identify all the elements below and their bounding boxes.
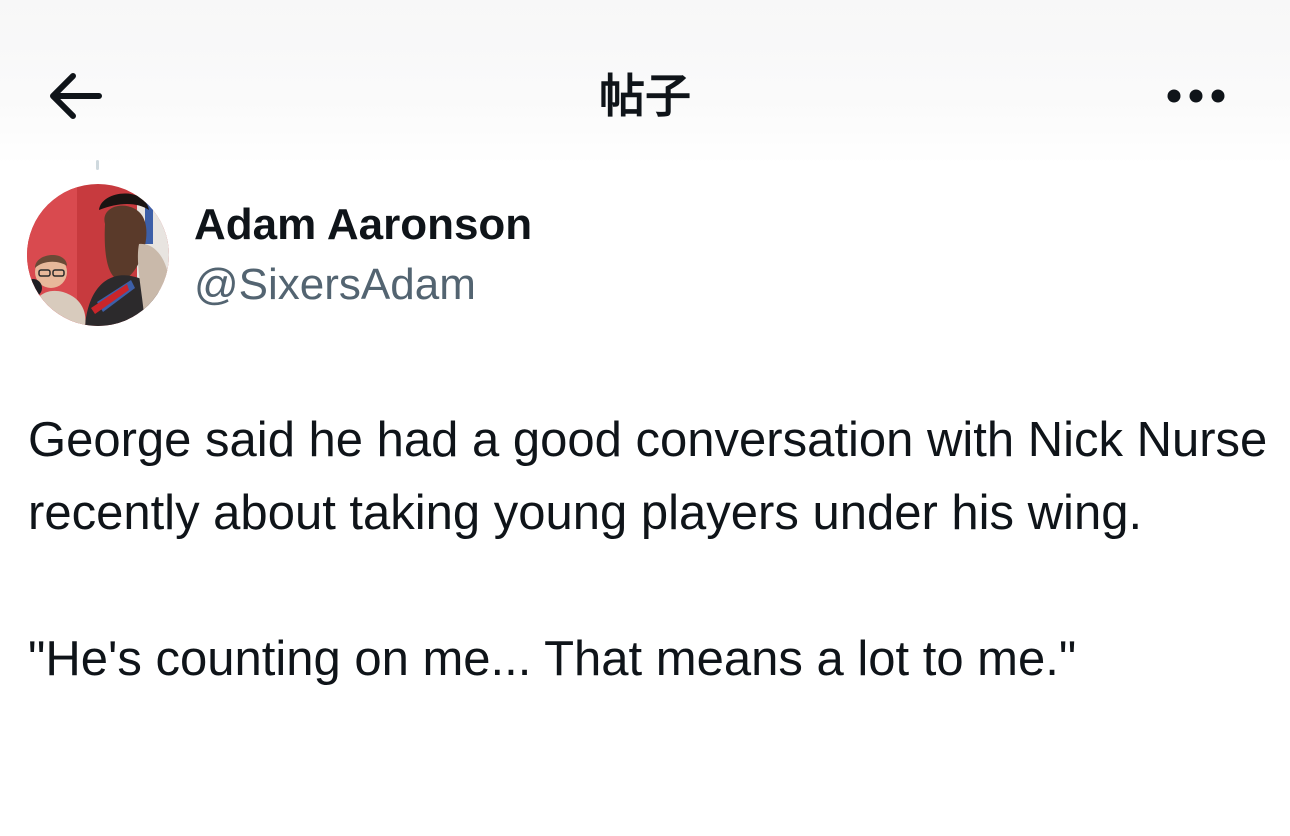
top-navigation-bar: 帖子 [0,0,1290,165]
profile-photo [27,184,169,326]
thread-connector-line [96,160,99,170]
page-title: 帖子 [599,69,691,123]
author-handle[interactable]: @SixersAdam [194,256,476,314]
tweet-quote-paragraph: "He's counting on me... That means a lot… [28,632,1077,686]
more-horizontal-icon [1167,89,1225,103]
tweet-text: George said he had a good conversation w… [28,404,1268,696]
arrow-left-icon [50,73,102,119]
more-options-button[interactable] [1156,70,1236,122]
avatar[interactable] [27,184,169,326]
post-detail-screen: 帖子 Adam Aaronson @SixersAdam George said… [0,0,1290,836]
back-button[interactable] [36,62,112,130]
author-name[interactable]: Adam Aaronson [194,196,532,254]
tweet-paragraph: George said he had a good conversation w… [28,413,1268,540]
